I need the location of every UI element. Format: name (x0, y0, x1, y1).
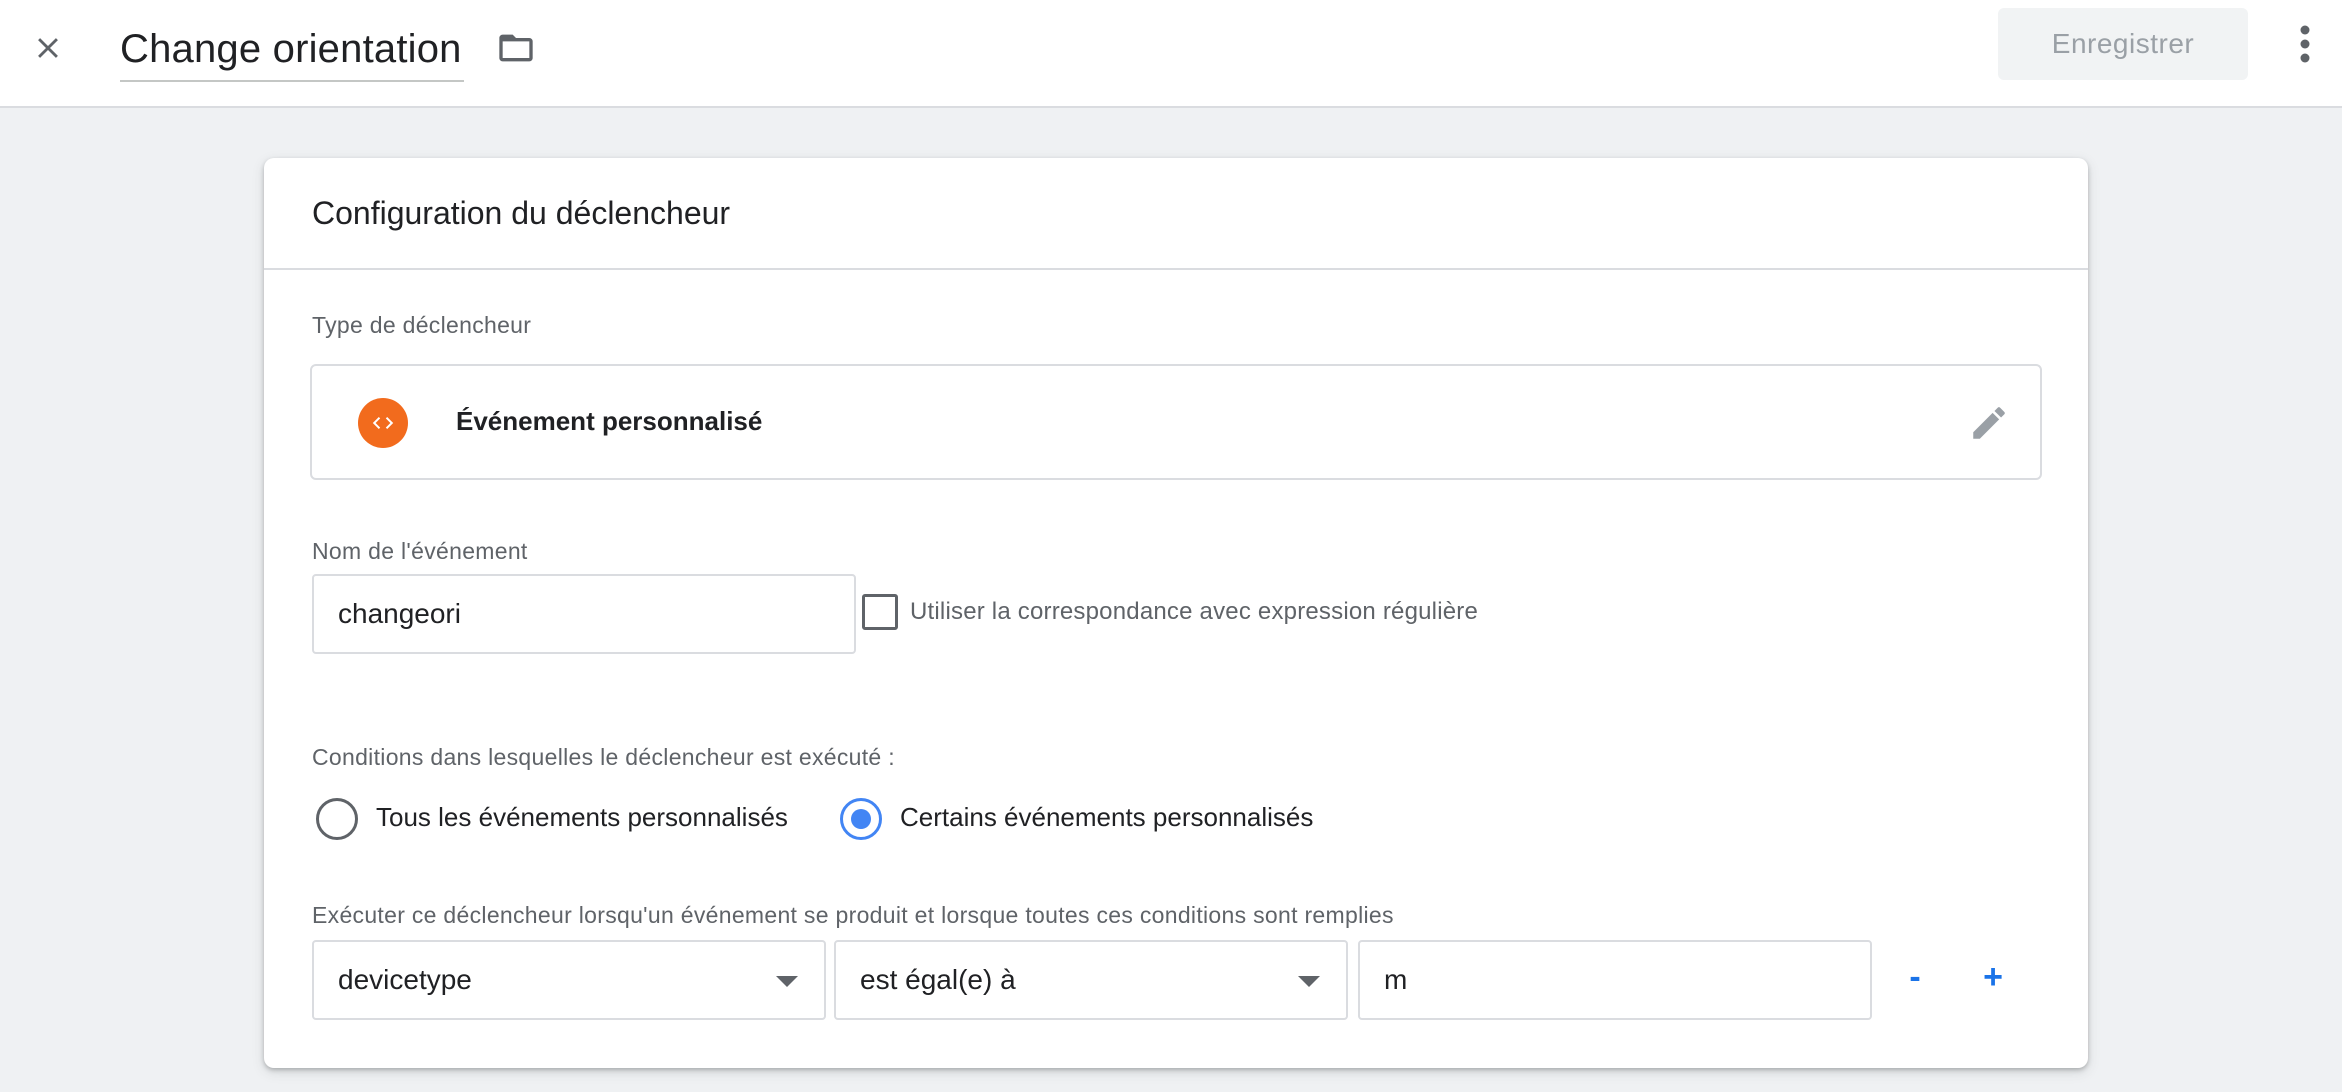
remove-condition-button[interactable]: - (1890, 952, 1940, 1002)
edit-icon[interactable] (1966, 400, 2012, 446)
regex-checkbox-label: Utiliser la correspondance avec expressi… (910, 598, 1479, 625)
dropdown-arrow-icon (1298, 976, 1320, 987)
card-header: Configuration du déclencheur (264, 158, 2088, 270)
trigger-type-value: Événement personnalisé (456, 406, 763, 436)
event-name-label: Nom de l'événement (312, 538, 528, 564)
close-button[interactable] (22, 22, 74, 74)
trigger-configuration-card: Configuration du déclencheur Type de déc… (264, 158, 2088, 1068)
save-button[interactable]: Enregistrer (1998, 8, 2248, 80)
more-options-button[interactable] (2280, 16, 2330, 72)
conditions-label: Conditions dans lesquelles le déclencheu… (312, 744, 895, 770)
folder-icon (499, 34, 533, 62)
filter-conditions-label: Exécuter ce déclencheur lorsqu'un événem… (312, 902, 1394, 928)
radio-some-events[interactable] (840, 798, 882, 840)
dropdown-arrow-icon (776, 976, 798, 987)
close-icon (38, 38, 58, 58)
filter-operator-select[interactable]: est égal(e) à (834, 940, 1348, 1020)
top-bar: Change orientation Enregistrer (0, 0, 2342, 108)
filter-operator-value: est égal(e) à (860, 964, 1016, 995)
card-title: Configuration du déclencheur (312, 194, 731, 231)
event-name-input[interactable]: changeori (312, 574, 856, 654)
trigger-name: Change orientation (120, 26, 462, 71)
radio-some-events-label: Certains événements personnalisés (900, 802, 1314, 832)
trigger-type-selector[interactable]: Événement personnalisé (310, 364, 2042, 480)
folder-button[interactable] (490, 22, 542, 74)
filter-value-input[interactable]: m (1358, 940, 1872, 1020)
regex-checkbox[interactable] (862, 594, 898, 630)
trigger-type-label: Type de déclencheur (312, 312, 532, 338)
filter-variable-value: devicetype (338, 964, 472, 995)
more-vert-icon (2300, 25, 2310, 63)
custom-event-code-icon (358, 398, 408, 448)
trigger-name-field[interactable]: Change orientation (120, 18, 464, 82)
radio-all-events-label: Tous les événements personnalisés (376, 802, 788, 832)
filter-variable-select[interactable]: devicetype (312, 940, 826, 1020)
add-condition-button[interactable]: + (1968, 952, 2018, 1002)
radio-all-events[interactable] (316, 798, 358, 840)
